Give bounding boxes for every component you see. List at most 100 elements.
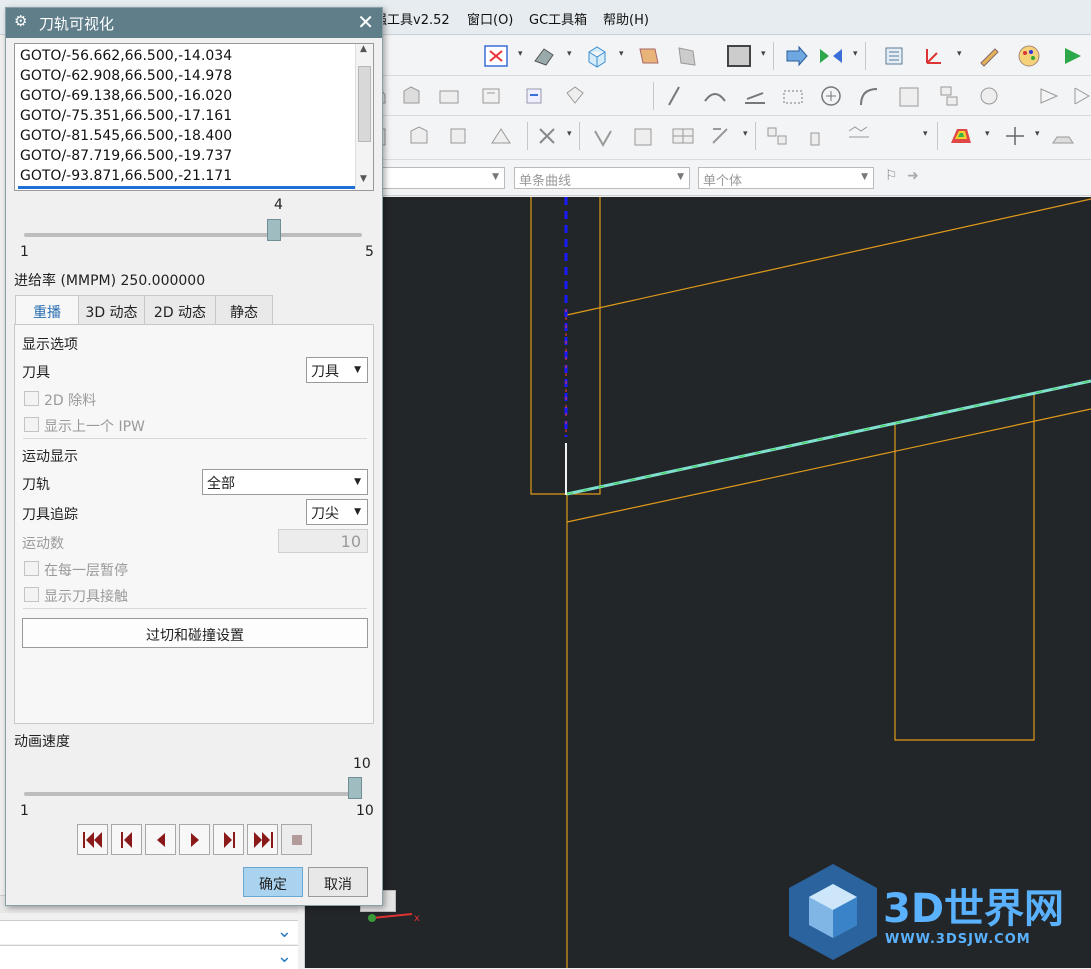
move-object-icon[interactable] [783,43,811,69]
step-back-button[interactable] [111,824,142,855]
cam-op-icon[interactable] [845,123,873,149]
scroll-up-icon[interactable]: ▲ [360,44,367,54]
chevron-down-icon[interactable]: ⌄ [277,921,292,942]
tab-replay[interactable]: 重播 [15,295,79,325]
play-nc-icon[interactable] [1059,43,1087,69]
cam-op-icon[interactable] [805,123,833,149]
dialog-title-bar[interactable]: ⚙ 刀轨可视化 ✕ [6,8,382,38]
close-icon[interactable]: ✕ [357,10,374,34]
cam-op-icon[interactable] [521,83,549,109]
measure-icon[interactable] [1049,123,1077,149]
graphics-viewport[interactable] [305,197,1091,968]
goto-line[interactable]: GOTO/-69.138,66.500,-16.020 [20,88,232,104]
play-reverse-button[interactable] [145,824,176,855]
cam-op-icon[interactable] [895,83,923,109]
goto-scrollbar[interactable]: ▲ ▼ [355,44,373,190]
tab-static[interactable]: 静态 [215,295,273,325]
goto-line[interactable]: GOTO/-56.662,66.500,-14.034 [20,48,232,64]
mirror-icon[interactable] [817,43,845,69]
step-slider-track[interactable] [24,233,362,237]
filter-settings-icon[interactable]: ⚐ [885,168,898,184]
menu-window[interactable]: 窗口(O) [467,9,513,28]
cam-op-icon[interactable] [741,83,769,109]
cam-op-icon[interactable] [435,83,463,109]
path-label: 刀轨 [22,477,50,493]
edit-pencil-icon[interactable] [975,43,1003,69]
rewind-start-button[interactable] [77,824,108,855]
cam-op-icon[interactable] [779,83,807,109]
goto-line[interactable]: GOTO/-81.545,66.500,-18.400 [20,128,232,144]
gouge-collision-settings-button[interactable]: 过切和碰撞设置 [22,618,368,648]
panel-section-row[interactable]: ⌄ [0,945,298,969]
cam-op-icon[interactable] [1035,83,1063,109]
cam-op-icon[interactable] [477,83,505,109]
cam-op-icon[interactable] [935,83,963,109]
show-tool-contact-checkbox[interactable] [24,587,39,602]
wcs-icon[interactable] [919,43,947,69]
scroll-down-icon[interactable]: ▼ [360,174,367,184]
cam-op-icon[interactable] [445,123,473,149]
goto-line[interactable]: GOTO/-62.908,66.500,-14.978 [20,68,232,84]
goto-line[interactable]: GOTO/-75.351,66.500,-17.161 [20,108,232,124]
layer-box-icon[interactable] [725,43,753,69]
cam-op-icon[interactable] [405,123,433,149]
cam-op-icon[interactable] [487,123,515,149]
wireframe-cube-icon[interactable] [583,43,611,69]
scrollbar-thumb[interactable] [358,66,371,142]
motion-count-field[interactable]: 10 [278,529,368,553]
menu-help[interactable]: 帮助(H) [603,9,649,28]
step-slider-thumb[interactable] [267,219,281,241]
pause-each-layer-checkbox[interactable] [24,561,39,576]
toolpath-visualization-dialog: ⚙ 刀轨可视化 ✕ GOTO/-56.662,66.500,-14.034 GO… [5,7,383,906]
palette-icon[interactable] [1015,43,1043,69]
cam-op-icon[interactable] [763,123,791,149]
cam-op-icon[interactable] [661,83,689,109]
path-dropdown[interactable]: 全部 ▼ [202,469,368,495]
panel-section-row[interactable]: ⌄ [0,920,298,944]
analysis-color-icon[interactable] [947,123,975,149]
menu-tools[interactable]: 强工具v2.52 [374,9,450,28]
cam-op-icon[interactable] [817,83,845,109]
speed-slider-max: 10 [356,803,374,819]
cam-op-icon[interactable] [629,123,657,149]
speed-slider-thumb[interactable] [348,777,362,799]
background-icon[interactable] [673,43,701,69]
clip-section-icon[interactable] [635,43,663,69]
step-forward-button[interactable] [213,824,244,855]
arrow-right-icon[interactable]: ➜ [907,168,919,184]
cam-op-icon[interactable] [561,83,589,109]
fast-forward-end-button[interactable] [247,824,278,855]
cam-op-icon[interactable] [701,83,729,109]
tool-dropdown[interactable]: 刀具 ▼ [306,357,368,383]
cam-op-icon[interactable] [399,83,427,109]
stop-button[interactable] [281,824,312,855]
tool-trace-dropdown[interactable]: 刀尖 ▼ [306,499,368,525]
crosshair-icon[interactable] [1001,123,1029,149]
remove-2d-checkbox[interactable] [24,391,39,406]
goto-line[interactable]: GOTO/-87.719,66.500,-19.737 [20,148,232,164]
cam-op-icon[interactable] [1069,83,1091,109]
goto-line[interactable]: GOTO/-93.871,66.500,-21.171 [20,168,232,184]
cam-op-icon[interactable] [707,123,735,149]
speed-slider-track[interactable] [24,792,362,796]
layer-settings-icon[interactable] [881,43,909,69]
menu-gc-toolbox[interactable]: GC工具箱 [529,9,587,28]
tab-3d-dynamic[interactable]: 3D 动态 [78,295,145,325]
toolbar-row-3: ▾ ▾ ▾ ▾ ▾ [305,116,1091,160]
tab-2d-dynamic[interactable]: 2D 动态 [144,295,216,325]
chevron-down-icon[interactable]: ⌄ [277,946,292,967]
fit-view-icon[interactable] [482,43,510,69]
cam-op-icon[interactable] [975,83,1003,109]
body-rule-combo[interactable]: 单个体 ▼ [698,167,874,189]
cam-op-icon[interactable] [589,123,617,149]
curve-rule-combo[interactable]: 单条曲线 ▼ [514,167,690,189]
ok-button[interactable]: 确定 [243,867,303,897]
play-forward-button[interactable] [179,824,210,855]
cam-op-icon[interactable] [669,123,697,149]
cam-op-icon[interactable] [855,83,883,109]
goto-listbox[interactable]: GOTO/-56.662,66.500,-14.034 GOTO/-62.908… [14,43,374,191]
show-prev-ipw-checkbox[interactable] [24,417,39,432]
shaded-edges-icon[interactable] [530,43,558,69]
cancel-button[interactable]: 取消 [308,867,368,897]
delete-x-icon[interactable] [533,123,561,149]
